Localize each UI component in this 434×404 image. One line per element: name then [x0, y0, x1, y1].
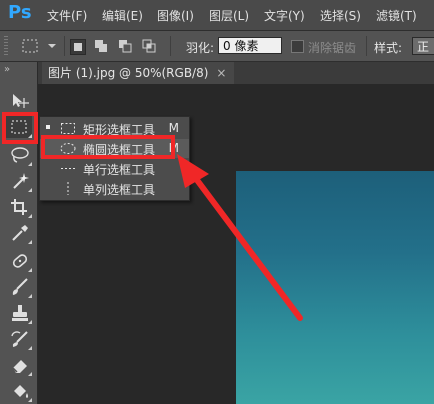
annotation-arrow	[177, 154, 303, 321]
